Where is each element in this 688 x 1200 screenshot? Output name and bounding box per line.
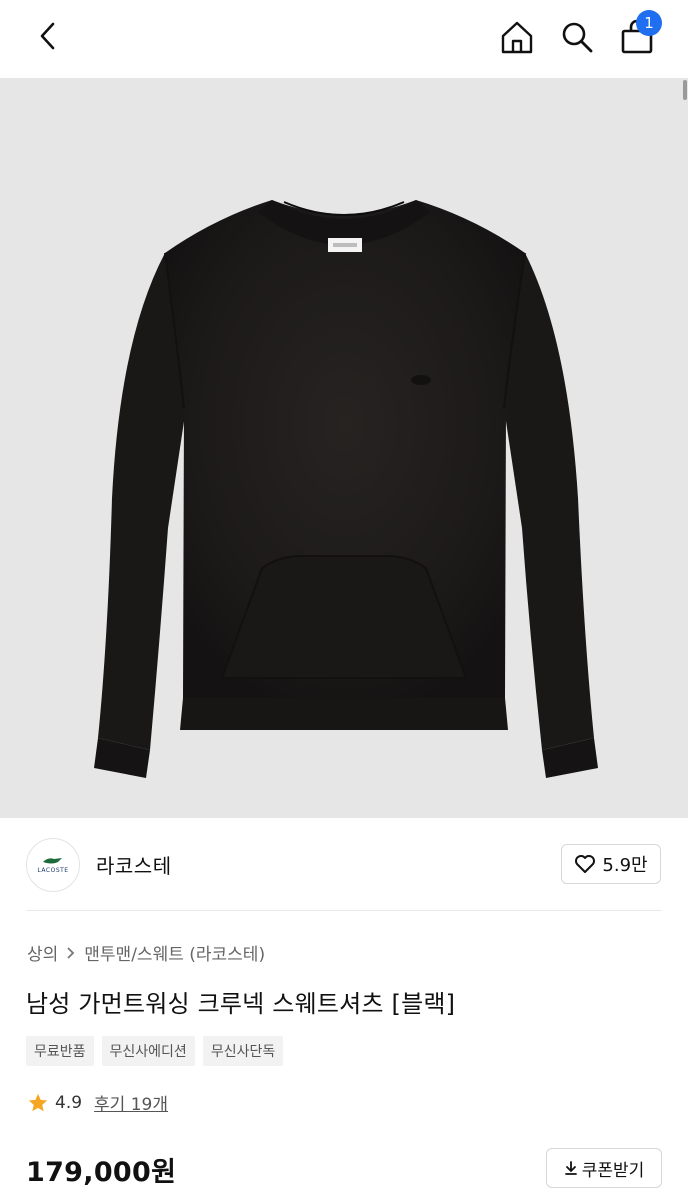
cart-count-badge: 1 bbox=[636, 10, 662, 36]
chevron-left-icon bbox=[40, 22, 55, 50]
scrollbar-thumb[interactable] bbox=[683, 80, 687, 100]
brand-logo-text: LACOSTE bbox=[37, 867, 69, 874]
heart-outline-icon bbox=[575, 855, 596, 873]
like-button[interactable]: 5.9만 bbox=[561, 844, 661, 884]
review-link[interactable]: 후기 19개 bbox=[94, 1090, 168, 1115]
brand-row: LACOSTE 라코스테 5.9만 bbox=[0, 818, 688, 910]
brand-name[interactable]: 라코스테 bbox=[96, 850, 172, 879]
star-icon bbox=[28, 1093, 48, 1111]
tag-musinsa-exclusive: 무신사단독 bbox=[202, 1036, 284, 1066]
tag-free-return: 무료반품 bbox=[26, 1036, 94, 1066]
coupon-button[interactable]: 쿠폰받기 bbox=[546, 1148, 662, 1188]
search-icon bbox=[562, 22, 593, 53]
image-scrollbar bbox=[682, 78, 688, 818]
breadcrumb: 상의 맨투맨/스웨트 (라코스테) bbox=[27, 940, 265, 965]
brand-logo[interactable]: LACOSTE bbox=[26, 838, 80, 892]
product-tags: 무료반품 무신사에디션 무신사단독 bbox=[26, 1036, 284, 1066]
divider bbox=[26, 910, 662, 911]
like-count: 5.9만 bbox=[602, 855, 648, 876]
tag-musinsa-edition: 무신사에디션 bbox=[101, 1036, 195, 1066]
rating-row: 4.9 후기 19개 bbox=[27, 1090, 168, 1115]
home-icon bbox=[501, 21, 533, 54]
rating-value: 4.9 bbox=[55, 1092, 83, 1113]
product-price: 179,000원 bbox=[26, 1157, 177, 1188]
crocodile-logo-icon bbox=[43, 858, 62, 864]
breadcrumb-level1[interactable]: 상의 bbox=[27, 940, 58, 965]
download-icon bbox=[564, 1161, 577, 1175]
coupon-label: 쿠폰받기 bbox=[581, 1160, 645, 1181]
product-title: 남성 가먼트워싱 크루넥 스웨트셔츠 [블랙] bbox=[26, 990, 456, 1018]
sweatshirt-image bbox=[94, 200, 598, 778]
search-button[interactable] bbox=[554, 14, 600, 60]
product-image[interactable] bbox=[0, 78, 688, 818]
home-button[interactable] bbox=[494, 14, 540, 60]
chevron-right-icon bbox=[67, 946, 75, 959]
top-navigation-bar: 1 bbox=[0, 0, 688, 78]
back-button[interactable] bbox=[28, 16, 68, 56]
breadcrumb-level2[interactable]: 맨투맨/스웨트 (라코스테) bbox=[84, 940, 265, 965]
